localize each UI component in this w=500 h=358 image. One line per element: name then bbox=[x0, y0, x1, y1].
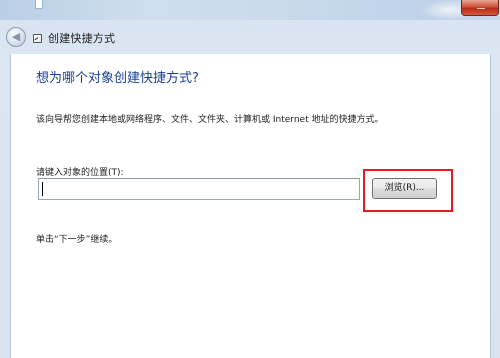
location-label: 请键入对象的位置(T): bbox=[36, 168, 124, 178]
page-heading: 想为哪个对象创建快捷方式? bbox=[36, 71, 199, 86]
back-arrow-icon: ◀ bbox=[11, 30, 21, 43]
shortcut-icon bbox=[33, 34, 42, 43]
highlight-annotation bbox=[363, 169, 453, 212]
next-instruction: 单击“下一步”继续。 bbox=[36, 235, 118, 245]
wizard-description: 该向导帮您创建本地或网络程序、文件、文件夹、计算机或 Internet 地址的快… bbox=[36, 115, 384, 125]
wizard-content: 想为哪个对象创建快捷方式? 该向导帮您创建本地或网络程序、文件、文件夹、计算机或… bbox=[10, 54, 491, 358]
location-input[interactable] bbox=[38, 178, 360, 200]
window-title: 创建快捷方式 bbox=[48, 32, 116, 45]
text-caret bbox=[42, 182, 43, 196]
back-button[interactable]: ◀ bbox=[6, 27, 26, 47]
wizard-header: ◀ 创建快捷方式 bbox=[0, 22, 500, 52]
title-bar bbox=[0, 0, 500, 20]
taskbar-fragment bbox=[35, 0, 43, 9]
wizard-window: ◀ 创建快捷方式 想为哪个对象创建快捷方式? 该向导帮您创建本地或网络程序、文件… bbox=[0, 0, 500, 358]
close-button[interactable] bbox=[461, 0, 499, 16]
